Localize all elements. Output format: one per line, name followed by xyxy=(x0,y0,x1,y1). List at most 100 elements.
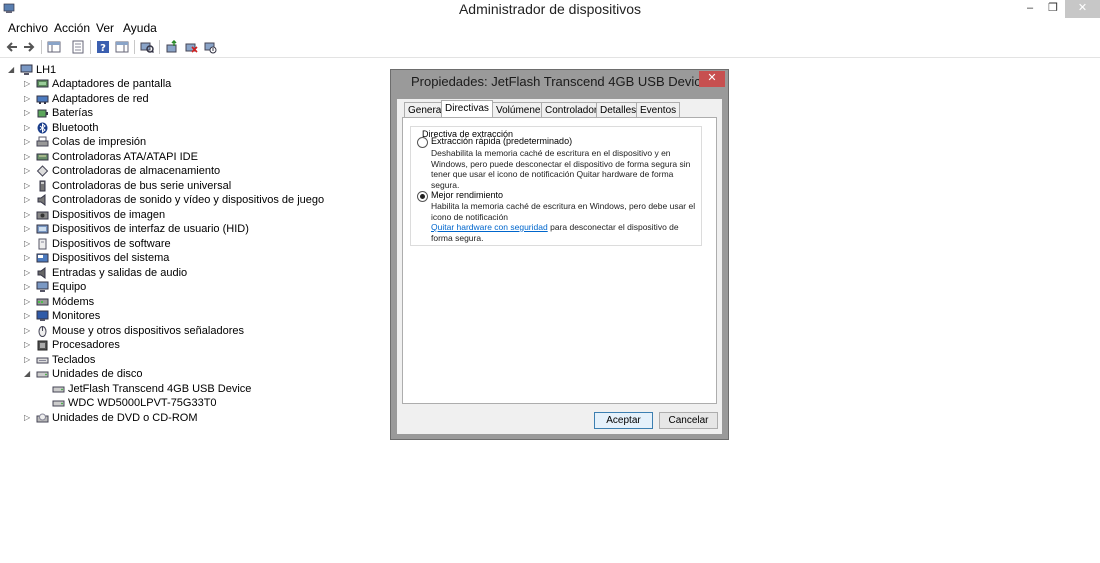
tree-item-label: Dispositivos de imagen xyxy=(52,208,166,221)
tree-root-label: LH1 xyxy=(36,64,57,76)
scan-hardware-icon[interactable] xyxy=(140,40,154,54)
tree-item-label: Dispositivos de interfaz de usuario (HID… xyxy=(52,223,249,235)
maximize-button[interactable]: ❐ xyxy=(1041,0,1065,18)
show-hide-console-tree-icon[interactable] xyxy=(47,40,61,54)
title-bar: Administrador de dispositivos – ❐ ✕ xyxy=(0,0,1100,18)
tab-directivas[interactable]: Directivas xyxy=(441,100,493,118)
collapsed-arrow-icon[interactable]: ▷ xyxy=(24,309,32,323)
tree-item-label: Controladoras de bus serie universal xyxy=(52,179,232,192)
collapsed-arrow-icon[interactable]: ▷ xyxy=(24,251,32,265)
tree-item-label: Adaptadores de pantalla xyxy=(52,78,172,90)
collapsed-arrow-icon[interactable]: ▷ xyxy=(24,135,32,149)
collapsed-arrow-icon[interactable]: ▷ xyxy=(24,266,32,280)
tree-item-label: Equipo xyxy=(52,281,87,293)
collapsed-arrow-icon[interactable]: ▷ xyxy=(24,338,32,352)
better-performance-desc-text: Habilita la memoria caché de escritura e… xyxy=(431,201,696,222)
collapsed-arrow-icon[interactable]: ▷ xyxy=(24,237,32,251)
dialog-close-button[interactable]: ✕ xyxy=(699,71,725,87)
toolbar-separator xyxy=(159,40,160,54)
speaker-icon xyxy=(37,266,46,279)
menu-accion[interactable]: Acción xyxy=(54,21,90,35)
tree-item-label: Adaptadores de red xyxy=(52,92,149,105)
sound-icon xyxy=(37,194,46,206)
dvd-drive-icon xyxy=(36,413,49,422)
better-performance-label[interactable]: Mejor rendimiento xyxy=(431,190,503,200)
removal-policy-group: Directiva de extracción Extracción rápid… xyxy=(410,126,702,246)
better-performance-radio[interactable] xyxy=(417,191,428,202)
collapsed-arrow-icon[interactable]: ▷ xyxy=(24,411,32,425)
dialog-title: Propiedades: JetFlash Transcend 4GB USB … xyxy=(411,74,708,89)
quick-removal-label[interactable]: Extracción rápida (predeterminado) xyxy=(431,136,572,146)
computer-icon xyxy=(20,64,33,75)
processor-icon xyxy=(37,340,48,351)
safely-remove-hardware-link[interactable]: Quitar hardware con seguridad xyxy=(431,222,548,232)
back-icon[interactable] xyxy=(5,40,19,54)
monitor-icon xyxy=(36,310,49,321)
storage-controller-icon xyxy=(36,165,49,177)
tab-controlador[interactable]: Controlador xyxy=(541,102,602,117)
expanded-arrow-icon[interactable]: ◢ xyxy=(24,367,32,381)
software-device-icon xyxy=(38,238,47,249)
close-button[interactable]: ✕ xyxy=(1065,0,1100,18)
minimize-button[interactable]: – xyxy=(1018,0,1042,18)
help-icon[interactable]: ? xyxy=(96,40,110,54)
tree-item-label: Controladoras de sonido y vídeo y dispos… xyxy=(52,194,325,206)
ok-button[interactable]: Aceptar xyxy=(594,412,653,429)
collapsed-arrow-icon[interactable]: ▷ xyxy=(24,106,32,120)
tab-detalles[interactable]: Detalles xyxy=(596,102,641,117)
collapsed-arrow-icon[interactable]: ▷ xyxy=(24,280,32,294)
disk-drive-icon xyxy=(52,400,65,407)
menu-bar: Archivo Acción Ver Ayuda xyxy=(0,18,1100,36)
better-performance-description: Habilita la memoria caché de escritura e… xyxy=(431,201,696,243)
dialog-body: General Directivas Volúmenes Controlador… xyxy=(397,99,722,434)
tree-item-label: Colas de impresión xyxy=(52,136,147,148)
tree-item-label: Unidades de disco xyxy=(52,368,143,380)
tree-item-label: Controladoras de almacenamiento xyxy=(52,165,221,177)
collapsed-arrow-icon[interactable]: ▷ xyxy=(24,121,32,135)
collapsed-arrow-icon[interactable]: ▷ xyxy=(24,295,32,309)
bluetooth-icon xyxy=(37,122,48,133)
tree-item-label: Procesadores xyxy=(52,339,120,351)
tree-item-label: Teclados xyxy=(52,353,96,366)
collapsed-arrow-icon[interactable]: ▷ xyxy=(24,353,32,367)
tree-item-label: Bluetooth xyxy=(52,121,99,134)
disable-device-icon[interactable] xyxy=(203,40,217,54)
toolbar-separator xyxy=(134,40,135,54)
collapsed-arrow-icon[interactable]: ▷ xyxy=(24,150,32,164)
tree-item-label: Controladoras ATA/ATAPI IDE xyxy=(52,150,198,163)
collapsed-arrow-icon[interactable]: ▷ xyxy=(24,208,32,222)
update-driver-icon[interactable] xyxy=(165,40,179,54)
camera-icon xyxy=(36,211,49,219)
collapsed-arrow-icon[interactable]: ▷ xyxy=(24,77,32,91)
menu-ver[interactable]: Ver xyxy=(96,21,114,35)
uninstall-device-icon[interactable] xyxy=(184,40,198,54)
computer-icon xyxy=(36,281,49,292)
properties-icon[interactable] xyxy=(71,40,85,54)
action-pane-icon[interactable] xyxy=(115,40,129,54)
system-device-icon xyxy=(36,253,49,263)
menu-ayuda[interactable]: Ayuda xyxy=(123,21,157,35)
collapsed-arrow-icon[interactable]: ▷ xyxy=(24,164,32,178)
tab-eventos[interactable]: Eventos xyxy=(636,102,681,117)
collapsed-arrow-icon[interactable]: ▷ xyxy=(24,222,32,236)
tree-item-label: Mouse y otros dispositivos señaladores xyxy=(52,324,244,337)
tree-item-label: Entradas y salidas de audio xyxy=(52,266,188,279)
expanded-arrow-icon[interactable]: ◢ xyxy=(8,63,16,77)
hid-icon xyxy=(36,224,49,234)
quick-removal-description: Deshabilita la memoria caché de escritur… xyxy=(431,148,691,190)
forward-icon[interactable] xyxy=(22,40,36,54)
usb-icon xyxy=(39,180,46,191)
tree-item-label: Dispositivos del sistema xyxy=(52,252,170,264)
cancel-button[interactable]: Cancelar xyxy=(659,412,718,429)
collapsed-arrow-icon[interactable]: ▷ xyxy=(24,193,32,207)
tab-panel-directivas: Directiva de extracción Extracción rápid… xyxy=(402,117,717,404)
menu-archivo[interactable]: Archivo xyxy=(8,21,48,35)
collapsed-arrow-icon[interactable]: ▷ xyxy=(24,92,32,106)
mouse-icon xyxy=(38,325,47,337)
keyboard-icon xyxy=(36,357,49,363)
battery-icon xyxy=(37,109,48,118)
collapsed-arrow-icon[interactable]: ▷ xyxy=(24,324,32,338)
ide-controller-icon xyxy=(36,153,49,160)
quick-removal-radio[interactable] xyxy=(417,137,428,148)
collapsed-arrow-icon[interactable]: ▷ xyxy=(24,179,32,193)
